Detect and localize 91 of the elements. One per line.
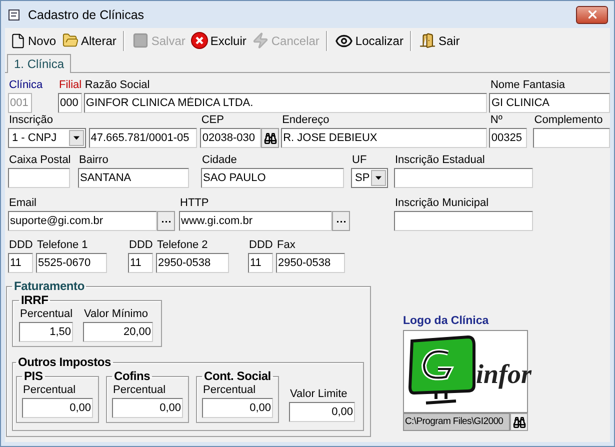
binoculars-icon	[512, 416, 526, 428]
input-field[interactable]: 00325	[489, 128, 528, 148]
door-icon	[419, 32, 436, 49]
caret-icon	[371, 170, 386, 186]
field-label: Percentual	[202, 383, 256, 398]
blank-page-icon	[10, 32, 26, 48]
window-title: Cadastro de Clínicas	[28, 8, 146, 22]
field-label: DDD	[128, 238, 153, 253]
field-label: Valor Mínimo	[83, 307, 148, 322]
field-label: HTTP	[179, 196, 209, 211]
group-title: Faturamento	[13, 279, 86, 293]
dots-icon	[336, 220, 346, 222]
caret-icon	[68, 130, 84, 146]
toolbar-button[interactable]: Localizar	[332, 30, 406, 52]
field-label: Percentual	[22, 383, 76, 398]
error-icon	[191, 32, 208, 49]
field-label: Percentual	[19, 307, 73, 322]
input-field[interactable]	[394, 211, 533, 231]
search-button[interactable]	[261, 128, 280, 148]
toolbar-button[interactable]: Alterar	[59, 30, 120, 52]
field-label: UF	[351, 153, 367, 168]
field-label: Nº	[489, 113, 502, 128]
binoculars-icon	[264, 132, 277, 144]
field-label: Filial	[58, 78, 82, 93]
input-field[interactable]: 1,50	[19, 322, 73, 342]
file-path-field: C:\Program Files\GI2000	[403, 413, 510, 431]
group-title: Cont. Social	[203, 369, 272, 384]
field-label: Caixa Postal	[8, 153, 71, 168]
toolbar-button[interactable]: Novo	[7, 30, 60, 52]
input-field[interactable]: 0,00	[202, 398, 273, 418]
field-label: Clínica	[8, 78, 43, 93]
field-label: Telefone 2	[156, 238, 208, 253]
field-label: Complemento	[533, 113, 603, 128]
browse-button[interactable]	[510, 413, 528, 431]
input-field[interactable]: R. JOSE DEBIEUX	[281, 128, 488, 148]
input-field[interactable]: 02038-030	[200, 128, 262, 148]
dropdown[interactable]: SP	[351, 168, 388, 188]
group-title: Cofins	[113, 369, 152, 384]
input-field[interactable]: 0,00	[289, 402, 355, 422]
app-icon	[8, 8, 22, 22]
field-label: DDD	[248, 238, 273, 253]
field-label: Inscrição Estadual	[394, 153, 485, 168]
dots-icon	[162, 220, 170, 222]
input-field[interactable]: 0,00	[112, 398, 183, 418]
field-label: DDD	[8, 238, 33, 253]
input-field[interactable]: 20,00	[83, 322, 153, 342]
input-field[interactable]: GI CLINICA	[489, 93, 610, 113]
input-field[interactable]: 2950-0538	[156, 253, 229, 273]
toolbar-button[interactable]: Excluir	[188, 30, 250, 52]
field-label: Email	[8, 196, 37, 211]
input-field[interactable]	[8, 168, 70, 188]
field-label: Fax	[276, 238, 296, 253]
tab[interactable]: 1. Clínica	[7, 54, 72, 73]
logo-text: infor	[476, 359, 532, 390]
input-field[interactable]: 11	[128, 253, 153, 273]
input-field[interactable]: 11	[8, 253, 33, 273]
input-field[interactable]: 5525-0670	[36, 253, 107, 273]
logo-title: Logo da Clínica	[403, 315, 490, 327]
square-icon	[132, 32, 150, 49]
field-label: Telefone 1	[36, 238, 88, 253]
dropdown[interactable]: 1 - CNPJ	[8, 128, 86, 148]
input-field[interactable]: 47.665.781/0001-05	[88, 128, 198, 148]
field-label: Inscrição Municipal	[394, 196, 489, 211]
input-field[interactable]: SANTANA	[78, 168, 189, 188]
folder-icon	[62, 32, 80, 49]
monitor-drawing	[408, 335, 478, 407]
input-field[interactable]: www.gi.com.br	[179, 211, 332, 231]
group-title: PIS	[23, 369, 44, 384]
field-label: Razão Social	[84, 78, 150, 93]
close-button[interactable]	[576, 6, 608, 24]
field-label: Valor Limite	[289, 387, 348, 402]
field-label: Nome Fantasia	[489, 78, 566, 93]
close-icon	[586, 8, 598, 21]
input-field[interactable]: 0,00	[22, 398, 93, 418]
input-field[interactable]: 2950-0538	[276, 253, 345, 273]
field-label: Inscrição	[8, 113, 54, 128]
group-title: Outros Impostos	[17, 355, 112, 370]
toolbar-button[interactable]: Sair	[416, 30, 463, 52]
field-label: Cidade	[201, 153, 237, 168]
input-field[interactable]	[394, 168, 533, 188]
input-field[interactable]: SAO PAULO	[201, 168, 344, 188]
group-title: IRRF	[20, 293, 50, 307]
input-field[interactable]: suporte@gi.com.br	[8, 211, 157, 231]
field-label: Bairro	[78, 153, 108, 168]
input-field[interactable]	[533, 128, 610, 148]
input-field[interactable]: 11	[248, 253, 273, 273]
field-label: CEP	[200, 113, 224, 128]
lightning-icon	[252, 32, 270, 49]
field-label: Endereço	[281, 113, 330, 128]
input-field[interactable]: 000	[58, 93, 82, 113]
field-label: Percentual	[112, 383, 166, 398]
